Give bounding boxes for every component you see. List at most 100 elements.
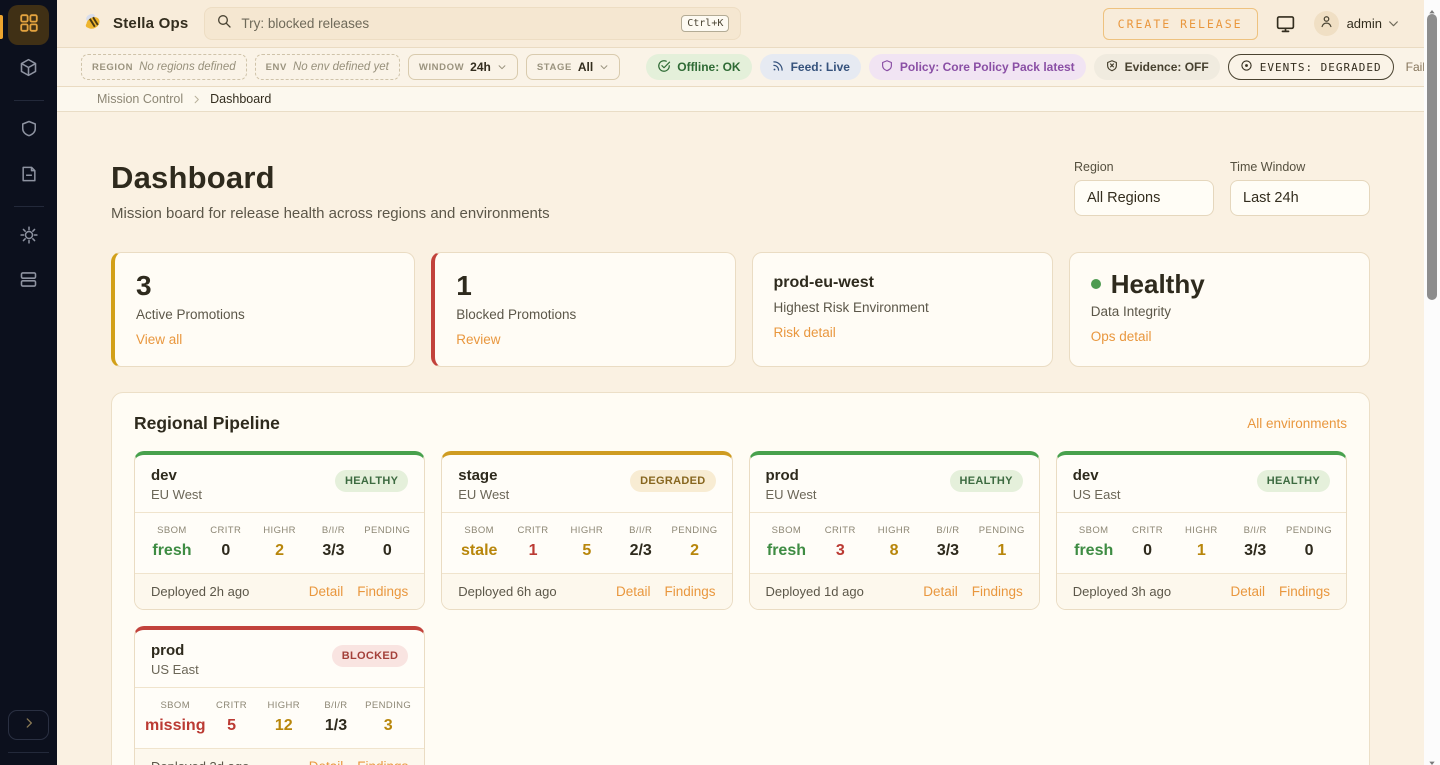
stat-value: 3/3	[307, 542, 361, 560]
detail-link[interactable]: Detail	[1230, 584, 1265, 599]
global-search[interactable]: Ctrl+K	[204, 7, 741, 40]
feed-status-chip[interactable]: Feed: Live	[760, 54, 861, 80]
panel-title: Regional Pipeline	[134, 413, 280, 434]
shield-x-icon	[1105, 59, 1119, 76]
env-filter-chip[interactable]: ENV No env defined yet	[255, 54, 400, 80]
scroll-down-arrow-icon[interactable]	[1428, 754, 1436, 762]
stat-label: SBOM	[145, 700, 205, 711]
stat-label: HIGHR	[560, 525, 614, 536]
pipeline-stats: SBOMfreshCRITR0HIGHR1B/I/R3/3PENDING0	[1057, 513, 1346, 574]
sidebar-item-dashboard[interactable]	[8, 5, 49, 45]
summary-link[interactable]: View all	[136, 332, 182, 347]
stat-value: fresh	[1067, 542, 1121, 560]
stat-label: CRITR	[506, 525, 560, 536]
stat-pending: PENDING0	[1282, 525, 1336, 560]
dashboard-content: Dashboard Mission board for release heal…	[57, 112, 1424, 765]
region-select-label: Region	[1074, 160, 1214, 174]
status-badge: BLOCKED	[332, 645, 409, 667]
summary-label: Highest Risk Environment	[774, 300, 1031, 315]
events-status-badge[interactable]: EVENTS: DEGRADED	[1228, 54, 1394, 80]
stat-highr: HIGHR5	[560, 525, 614, 560]
active-item-indicator	[0, 15, 3, 39]
shield-outline-icon	[880, 59, 894, 76]
pipeline-env-name: stage	[458, 467, 509, 484]
chevron-down-icon	[599, 62, 609, 72]
stat-critr: CRITR0	[1121, 525, 1175, 560]
stat-label: B/I/R	[614, 525, 668, 536]
time-window-select-label: Time Window	[1230, 160, 1370, 174]
time-window-select-value: Last 24h	[1243, 190, 1299, 206]
stat-label: B/I/R	[1228, 525, 1282, 536]
detail-link[interactable]: Detail	[923, 584, 958, 599]
pipeline-region: EU West	[766, 487, 817, 502]
region-select[interactable]: All Regions	[1074, 180, 1214, 216]
summary-link[interactable]: Review	[456, 332, 500, 347]
time-window-select[interactable]: Last 24h	[1230, 180, 1370, 216]
pipeline-region: US East	[1073, 487, 1121, 502]
stat-label: PENDING	[362, 700, 414, 711]
user-name[interactable]: admin	[1347, 16, 1382, 31]
stat-b-i-r: B/I/R1/3	[310, 700, 362, 735]
sidebar-item-security[interactable]	[8, 111, 49, 151]
stat-label: SBOM	[1067, 525, 1121, 536]
scrollbar-thumb[interactable]	[1427, 14, 1437, 300]
offline-status-chip[interactable]: Offline: OK	[646, 54, 751, 80]
detail-link[interactable]: Detail	[309, 759, 344, 765]
all-environments-link[interactable]: All environments	[1247, 416, 1347, 431]
findings-link[interactable]: Findings	[357, 759, 408, 765]
detail-link[interactable]: Detail	[309, 584, 344, 599]
monitor-icon[interactable]	[1275, 13, 1296, 34]
findings-link[interactable]: Findings	[664, 584, 715, 599]
findings-link[interactable]: Findings	[1279, 584, 1330, 599]
search-input[interactable]	[241, 16, 672, 31]
breadcrumb-parent[interactable]: Mission Control	[97, 92, 183, 106]
stat-value: fresh	[760, 542, 814, 560]
sidebar-expand-button[interactable]	[8, 710, 49, 740]
summary-link[interactable]: Risk detail	[774, 325, 836, 340]
dashboard-grid-icon	[18, 12, 40, 39]
evidence-status-chip[interactable]: Evidence: OFF	[1094, 54, 1220, 80]
stat-value: 3/3	[1228, 542, 1282, 560]
create-release-button[interactable]: CREATE RELEASE	[1103, 8, 1258, 40]
filter-label: WINDOW	[419, 62, 464, 73]
app-logo: Stella Ops	[81, 10, 188, 38]
window-filter-dropdown[interactable]: WINDOW 24h	[408, 54, 518, 80]
stack-icon	[18, 269, 39, 295]
sidebar-item-infrastructure[interactable]	[8, 262, 49, 302]
chevron-right-icon	[191, 94, 202, 105]
pipeline-stats: SBOMfreshCRITR0HIGHR2B/I/R3/3PENDING0	[135, 513, 424, 574]
stat-label: CRITR	[813, 525, 867, 536]
filter-label: STAGE	[537, 62, 572, 73]
stat-value: 0	[1282, 542, 1336, 560]
stat-label: SBOM	[760, 525, 814, 536]
findings-link[interactable]: Findings	[972, 584, 1023, 599]
stat-value: 1	[975, 542, 1029, 560]
filter-label: REGION	[92, 62, 133, 73]
pipeline-env-name: dev	[151, 467, 202, 484]
bee-icon	[81, 10, 104, 38]
sidebar-item-releases[interactable]	[8, 50, 49, 90]
pipeline-card: prod US East BLOCKED SBOMmissingCRITR5HI…	[134, 626, 425, 765]
summary-link[interactable]: Ops detail	[1091, 329, 1152, 344]
chevron-down-icon[interactable]	[1387, 17, 1400, 30]
region-filter-chip[interactable]: REGION No regions defined	[81, 54, 247, 80]
stat-value: 2	[668, 542, 722, 560]
stat-label: CRITR	[1121, 525, 1175, 536]
region-select-value: All Regions	[1087, 190, 1160, 206]
stat-value: fresh	[145, 542, 199, 560]
stat-b-i-r: B/I/R3/3	[307, 525, 361, 560]
stat-label: B/I/R	[921, 525, 975, 536]
policy-status-chip[interactable]: Policy: Core Policy Pack latest	[869, 54, 1086, 80]
stat-pending: PENDING1	[975, 525, 1029, 560]
scroll-up-arrow-icon[interactable]	[1428, 3, 1436, 11]
sidebar	[0, 0, 57, 765]
sidebar-item-settings[interactable]	[8, 217, 49, 257]
stat-value: missing	[145, 717, 205, 735]
detail-link[interactable]: Detail	[616, 584, 651, 599]
chip-label: Feed: Live	[791, 60, 850, 74]
user-avatar[interactable]	[1314, 11, 1339, 36]
findings-link[interactable]: Findings	[357, 584, 408, 599]
sidebar-item-documents[interactable]	[8, 156, 49, 196]
window-scrollbar[interactable]	[1424, 0, 1440, 765]
stage-filter-dropdown[interactable]: STAGE All	[526, 54, 620, 80]
